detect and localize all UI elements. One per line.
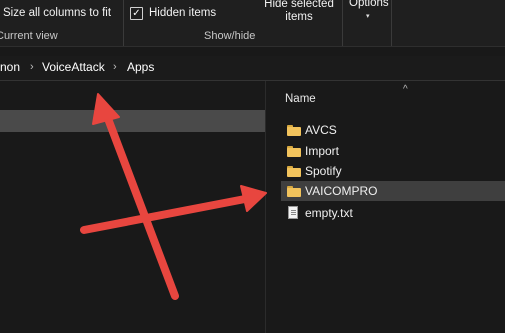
breadcrumb[interactable]: non › VoiceAttack › Apps: [0, 56, 505, 81]
navigation-pane-selected-item[interactable]: [0, 110, 265, 132]
size-all-columns-button[interactable]: Size all columns to fit: [3, 7, 111, 19]
file-name: AVCS: [305, 123, 337, 137]
breadcrumb-separator-icon[interactable]: ›: [30, 61, 34, 73]
address-bar-spacer: [0, 47, 505, 56]
ribbon-divider: [123, 0, 124, 46]
show-hide-group-label: Show/hide: [204, 30, 256, 42]
chevron-down-icon[interactable]: ▾: [366, 12, 370, 20]
file-name: Import: [305, 144, 340, 158]
breadcrumb-separator-icon[interactable]: ›: [113, 61, 117, 73]
options-button[interactable]: Options: [349, 0, 389, 9]
breadcrumb-item[interactable]: non: [0, 60, 20, 74]
folder-icon: [287, 186, 301, 197]
hidden-items-label[interactable]: Hidden items: [149, 7, 216, 19]
hidden-items-checkbox[interactable]: ✓: [130, 7, 143, 20]
ribbon-divider: [342, 0, 343, 46]
ribbon-divider: [391, 0, 392, 46]
ribbon: Size all columns to fit Current view ✓ H…: [0, 0, 505, 47]
folder-icon: [287, 146, 301, 157]
text-file-icon: [288, 206, 298, 219]
folder-icon: [287, 166, 301, 177]
sort-ascending-icon: ^: [403, 84, 408, 95]
hide-selected-items-button[interactable]: Hide selected items: [264, 0, 334, 24]
list-item[interactable]: Import: [281, 141, 505, 161]
list-item[interactable]: Spotify: [281, 161, 505, 181]
file-name: VAICOMPRO: [305, 184, 378, 198]
hide-selected-line2: items: [285, 11, 313, 23]
breadcrumb-item[interactable]: VoiceAttack: [42, 60, 105, 74]
folder-icon: [287, 125, 301, 136]
list-item[interactable]: empty.txt: [281, 203, 505, 223]
breadcrumb-item-current[interactable]: Apps: [127, 60, 154, 74]
file-name: empty.txt: [305, 206, 353, 220]
list-item[interactable]: AVCS: [281, 120, 505, 140]
hide-selected-line1: Hide selected: [264, 0, 334, 10]
current-view-group-label: Current view: [0, 30, 58, 42]
file-name: Spotify: [305, 164, 342, 178]
name-column-header[interactable]: Name: [285, 93, 316, 105]
list-item-selected[interactable]: VAICOMPRO: [281, 181, 505, 201]
